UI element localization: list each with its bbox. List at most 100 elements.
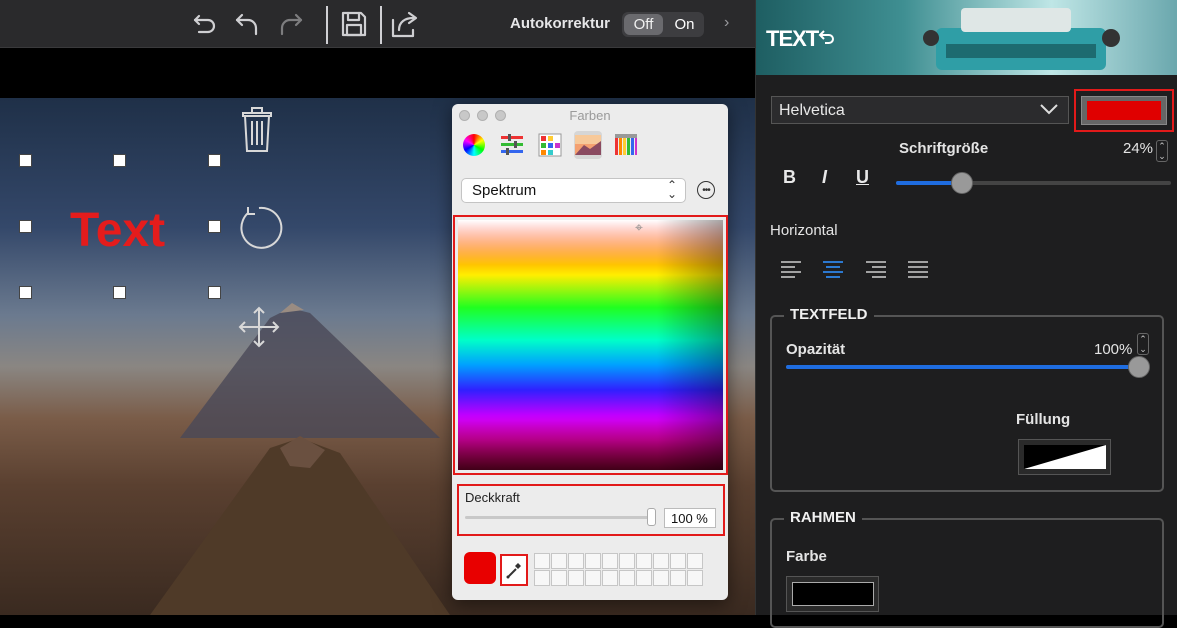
autocorrect-label: Autokorrektur [510,15,611,32]
autocorrect-on-option[interactable]: On [665,12,704,37]
resize-handle[interactable] [19,154,32,167]
empty-swatch[interactable] [619,553,635,569]
inspector-panel: TEXT Helvetica Schriftgröße 24% ⌃ ⌄ B I U… [755,0,1177,628]
spectrum-gradient[interactable] [458,220,723,470]
autocorrect-off-option[interactable]: Off [624,14,663,35]
text-color-swatch [1087,101,1161,120]
border-color-label: Farbe [786,548,827,565]
resize-handle[interactable] [113,286,126,299]
opacity-slider-track[interactable] [465,516,651,519]
align-left-icon[interactable] [780,260,802,280]
empty-swatch[interactable] [602,570,618,586]
typewriter-image [923,8,1120,70]
resize-handle[interactable] [208,220,221,233]
empty-swatch[interactable] [653,553,669,569]
current-color-swatch[interactable] [464,552,496,584]
undo-icon[interactable] [231,8,263,40]
fill-color-well[interactable] [1018,439,1111,475]
empty-swatch[interactable] [585,570,601,586]
align-justify-icon[interactable] [907,260,929,280]
empty-swatch[interactable] [670,553,686,569]
opacity-label: Deckkraft [465,490,520,505]
opacity-slider-knob[interactable] [647,508,656,526]
empty-swatch[interactable] [636,570,652,586]
bold-button[interactable]: B [783,167,796,188]
font-family-select[interactable]: Helvetica [771,96,1069,124]
italic-button[interactable]: I [822,167,827,188]
spectrum-picker[interactable]: ⌖ [453,215,728,475]
color-sliders-icon[interactable] [498,131,526,159]
textfield-opacity-value: 100% [1094,341,1133,358]
colors-panel: Farben Spektrum ⌃ ⌄ ••• ⌖ Deckkraft 100 % [452,104,728,600]
redo-icon[interactable] [275,8,307,40]
resize-handle[interactable] [208,154,221,167]
empty-swatch[interactable] [551,570,567,586]
undo-all-icon[interactable] [189,8,221,40]
border-color-well[interactable] [786,576,879,612]
resize-handle[interactable] [19,286,32,299]
color-palettes-icon[interactable] [536,131,564,159]
textfeld-group: TEXTFELD Opazität 100% ⌃ ⌄ Füllung [770,306,1164,492]
chevron-down-icon [1040,104,1058,115]
empty-swatch[interactable] [534,553,550,569]
top-toolbar: Autokorrektur Off On › [0,0,755,48]
pencils-icon[interactable] [612,131,640,159]
align-right-icon[interactable] [865,260,887,280]
undo-icon[interactable] [818,28,836,46]
chevron-right-icon[interactable]: › [724,14,729,32]
empty-swatch[interactable] [602,553,618,569]
volcano-shape [150,436,450,615]
empty-swatch[interactable] [551,553,567,569]
rahmen-title: RAHMEN [784,509,862,526]
empty-swatch[interactable] [687,553,703,569]
crosshair-icon[interactable]: ⌖ [635,219,643,236]
eyedropper-icon[interactable] [500,554,528,586]
font-family-value: Helvetica [779,102,845,119]
empty-swatch[interactable] [619,570,635,586]
textfield-opacity-label: Opazität [786,341,846,358]
color-mode-value: Spektrum [472,182,537,199]
horizontal-align-label: Horizontal [770,222,838,239]
color-wheel-icon[interactable] [460,131,488,159]
rotate-icon[interactable] [234,203,284,258]
underline-button[interactable]: U [856,167,869,188]
save-icon[interactable] [338,8,370,40]
move-icon[interactable] [236,304,282,355]
text-color-well[interactable] [1074,89,1174,132]
share-icon[interactable] [389,8,421,40]
resize-handle[interactable] [208,286,221,299]
empty-swatch[interactable] [636,553,652,569]
font-size-stepper[interactable]: ⌃ ⌄ [1156,140,1168,162]
resize-handle[interactable] [113,154,126,167]
trash-icon[interactable] [239,105,275,160]
empty-swatch[interactable] [585,553,601,569]
textfield-opacity-stepper[interactable]: ⌃ ⌄ [1137,333,1149,355]
fill-swatch-icon [1023,445,1106,469]
color-mode-select[interactable]: Spektrum ⌃ ⌄ [461,178,686,203]
font-size-label: Schriftgröße [899,140,989,157]
panel-title: TEXT [766,26,819,51]
opacity-control: Deckkraft 100 % [457,484,725,536]
panel-header-image: TEXT [756,0,1177,75]
toolbar-separator [380,6,382,44]
empty-swatch[interactable] [687,570,703,586]
empty-swatch[interactable] [653,570,669,586]
image-palettes-icon[interactable] [574,131,602,159]
more-options-button[interactable]: ••• [697,181,715,199]
text-object[interactable]: Text [70,203,165,258]
resize-handle[interactable] [19,220,32,233]
textfeld-title: TEXTFELD [784,306,874,323]
toolbar-separator [326,6,328,44]
autocorrect-toggle[interactable]: Off On [622,12,704,37]
font-size-value: 24% [1123,140,1154,157]
rahmen-group: RAHMEN Farbe [770,509,1164,628]
align-center-icon[interactable] [822,260,844,280]
swatch-grid[interactable] [534,553,703,586]
empty-swatch[interactable] [534,570,550,586]
opacity-input[interactable]: 100 % [664,508,716,528]
empty-swatch[interactable] [568,553,584,569]
colors-titlebar[interactable]: Farben [452,104,728,126]
empty-swatch[interactable] [670,570,686,586]
empty-swatch[interactable] [568,570,584,586]
chevron-updown-icon: ⌃ ⌄ [666,178,677,201]
